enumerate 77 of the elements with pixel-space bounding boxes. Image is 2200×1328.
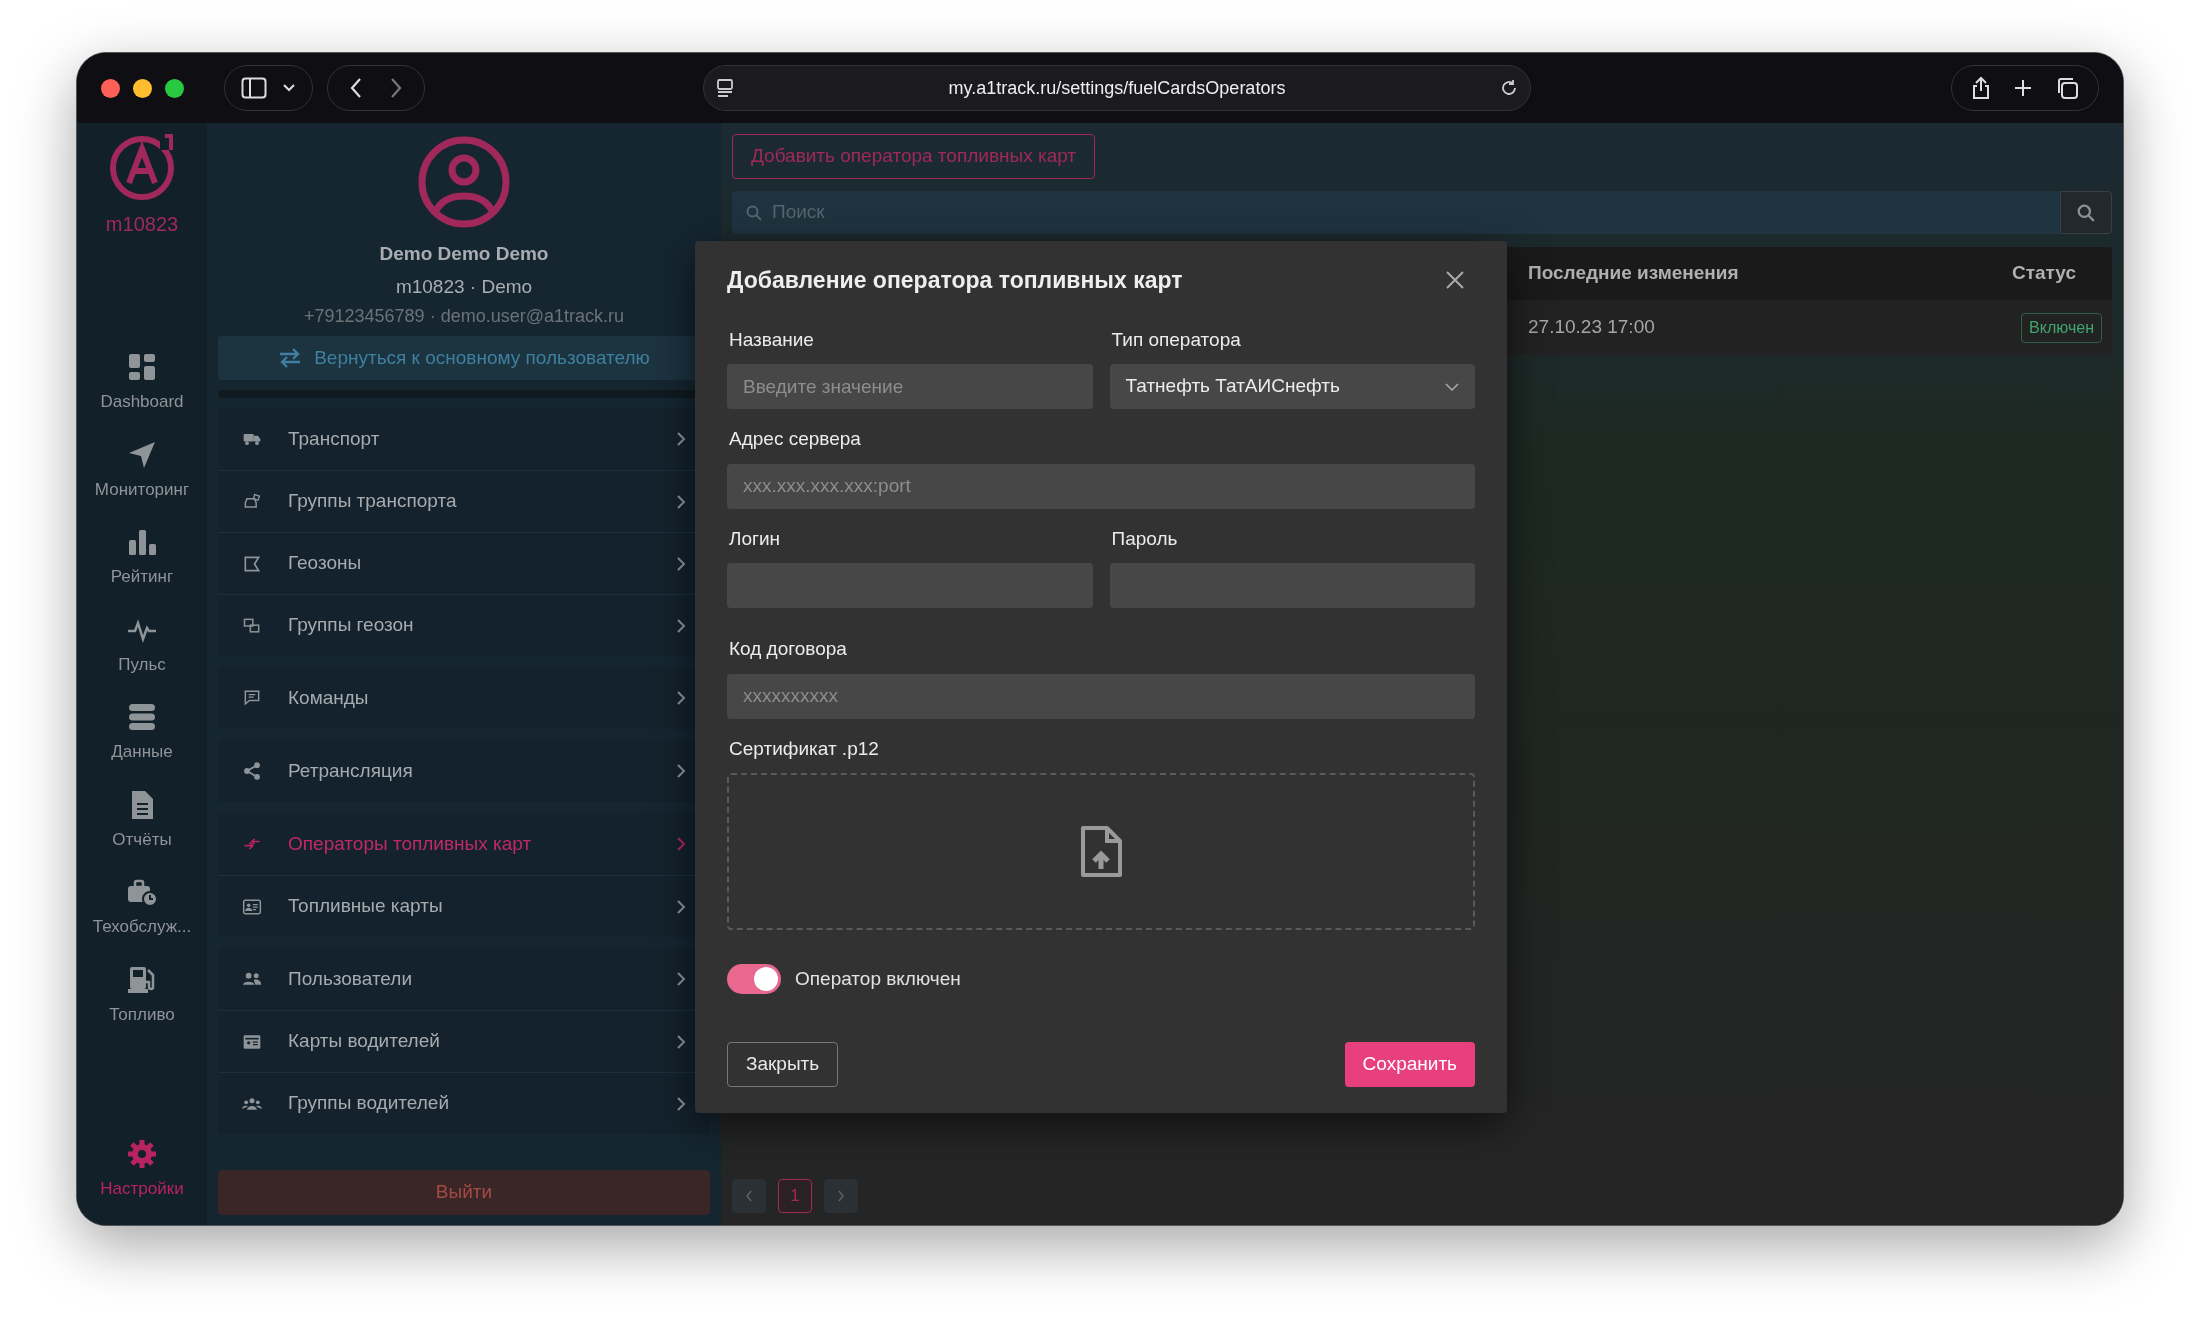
- nav-rail-item[interactable]: Dashboard: [77, 351, 207, 415]
- user-contacts: +79123456789 · demo.user@a1track.ru: [304, 305, 624, 328]
- field-label: Логин: [729, 526, 782, 551]
- share-icon[interactable]: [1971, 76, 1991, 100]
- plus-icon[interactable]: [2013, 78, 2033, 98]
- column-header: Статус: [2011, 261, 2076, 286]
- nav-rail-item[interactable]: Данные: [77, 701, 207, 765]
- settings-menu-item[interactable]: Операторы топливных карт: [218, 813, 710, 875]
- input-field[interactable]: xxx.xxx.xxx.xxx:port: [727, 463, 1475, 509]
- dialog-title: Добавление оператора топливных карт: [727, 266, 1183, 295]
- swap-arrows-icon: [278, 348, 303, 368]
- chevron-right-icon: [676, 898, 686, 915]
- search-icon: [746, 205, 762, 221]
- column-header: Последние изменения: [1528, 261, 1739, 286]
- address-bar[interactable]: my.a1track.ru/settings/fuelCardsOperators: [703, 65, 1531, 111]
- chevron-right-icon: [676, 1095, 686, 1112]
- back-icon[interactable]: [349, 77, 363, 99]
- close-window-button[interactable]: [101, 78, 120, 98]
- chevron-right-icon: [676, 493, 686, 510]
- minimize-window-button[interactable]: [133, 78, 152, 98]
- save-button[interactable]: Сохранить: [1344, 1042, 1475, 1087]
- account-id: m10823: [105, 212, 179, 237]
- search-icon: [2077, 203, 2095, 222]
- settings-menu-item[interactable]: Транспорт: [218, 408, 710, 470]
- input-field[interactable]: xxxxxxxxxx: [727, 673, 1475, 719]
- settings-menu-item[interactable]: Пользователи: [218, 948, 710, 1010]
- chevron-right-icon: [676, 431, 686, 447]
- nav-rail-item[interactable]: Рейтинг: [77, 526, 207, 590]
- field-label: Название: [729, 327, 815, 352]
- toggle-switch[interactable]: [727, 964, 781, 994]
- toggle-label: Оператор включен: [795, 966, 961, 991]
- file-upload-icon: [1079, 824, 1123, 879]
- search-button[interactable]: [2060, 191, 2112, 234]
- table-cell-text: 27.10.23 17:00: [1528, 315, 1655, 340]
- field-label: Пароль: [1111, 526, 1179, 551]
- page-icon: [716, 78, 734, 98]
- logo-icon: [107, 131, 177, 201]
- input-field[interactable]: Введите значение: [727, 364, 1093, 409]
- field-label: Сертификат .p12: [729, 737, 879, 759]
- avatar-icon: [418, 136, 510, 228]
- field-label: Адрес сервера: [729, 427, 862, 451]
- gear-icon: [126, 1137, 158, 1170]
- user-account: m10823 · Demo: [395, 274, 533, 299]
- operator-type-select[interactable]: Татнефть ТатАИСнефть: [1109, 364, 1475, 409]
- chevron-right-icon: [837, 1190, 845, 1202]
- reload-icon[interactable]: [1500, 79, 1518, 97]
- chevron-right-icon: [676, 836, 686, 852]
- chevron-down-icon[interactable]: [282, 83, 297, 93]
- field-label: Тип оператора: [1111, 327, 1242, 352]
- settings-menu-item[interactable]: Команды: [218, 667, 710, 729]
- url-text: my.a1track.ru/settings/fuelCardsOperators: [947, 76, 1287, 100]
- chevron-left-icon: [745, 1190, 753, 1202]
- chevron-right-icon: [676, 690, 686, 706]
- close-button[interactable]: Закрыть: [727, 1042, 839, 1087]
- chevron-right-icon: [676, 763, 686, 779]
- grid-icon: [126, 351, 158, 383]
- zoom-window-button[interactable]: [165, 78, 184, 98]
- tabs-icon[interactable]: [2055, 76, 2079, 100]
- nav-rail-item[interactable]: Мониторинг: [77, 438, 207, 502]
- nav-rail-item[interactable]: Техобслуж...: [77, 876, 207, 940]
- forward-icon[interactable]: [389, 77, 403, 99]
- user-name: Demo Demo Demo: [379, 242, 549, 266]
- nav-rail-item[interactable]: Отчёты: [77, 788, 207, 852]
- chevron-right-icon: [676, 555, 686, 572]
- chevron-down-icon: [1445, 382, 1459, 391]
- chevron-right-icon: [676, 617, 686, 634]
- settings-menu-item[interactable]: Ретрансляция: [218, 740, 710, 802]
- nav-rail-item[interactable]: Топливо: [77, 963, 207, 1027]
- nav-rail-item[interactable]: Пульс: [77, 613, 207, 677]
- database-icon: [126, 701, 158, 733]
- sidebar-icon[interactable]: [240, 77, 267, 99]
- share-nodes-icon: [242, 761, 262, 781]
- field-label: Код договора: [729, 637, 848, 661]
- chevron-right-icon: [676, 1033, 686, 1050]
- status-badge: Включен: [2021, 312, 2102, 343]
- chat-icon: [242, 688, 262, 708]
- chevron-right-icon: [676, 971, 686, 987]
